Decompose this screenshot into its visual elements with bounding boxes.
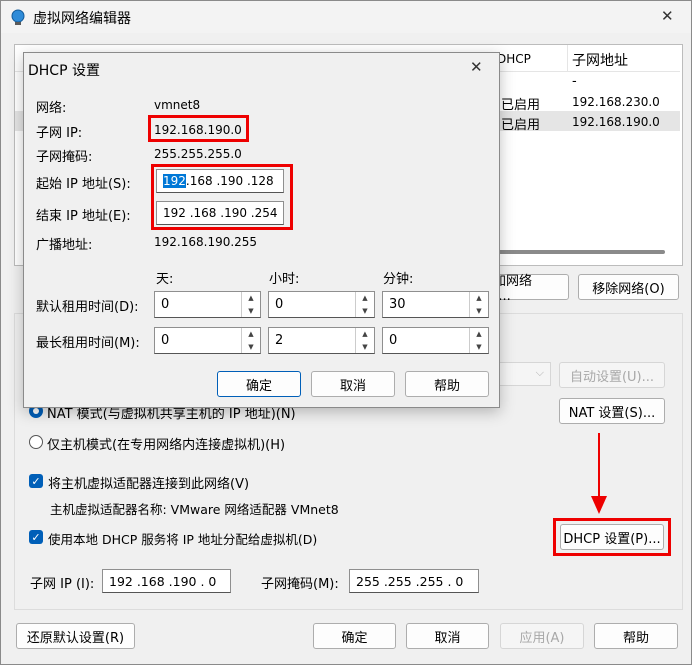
down-arrow-icon[interactable]: ▼	[470, 305, 488, 318]
col-days-label: 天:	[156, 272, 174, 287]
spinner-value: 0	[161, 297, 170, 312]
down-arrow-icon[interactable]: ▼	[356, 341, 374, 354]
dhcp-ok-button[interactable]: 确定	[217, 371, 301, 397]
spinner-value: 2	[275, 333, 284, 348]
max-lease-days-spinner[interactable]: 0 ▲ ▼	[154, 327, 261, 354]
up-arrow-icon[interactable]: ▲	[242, 292, 260, 305]
down-arrow-icon[interactable]: ▼	[242, 305, 260, 318]
max-lease-hours-spinner[interactable]: 2 ▲ ▼	[268, 327, 375, 354]
down-arrow-icon[interactable]: ▼	[356, 305, 374, 318]
default-lease-days-spinner[interactable]: 0 ▲ ▼	[154, 291, 261, 318]
up-arrow-icon[interactable]: ▲	[470, 328, 488, 341]
subnet-ip-highlight	[148, 115, 249, 142]
spinner-value: 30	[389, 297, 406, 312]
subnet-ip-label: 子网 IP:	[36, 126, 83, 141]
broadcast-label: 广播地址:	[36, 238, 93, 253]
network-label: 网络:	[36, 101, 67, 116]
dhcp-help-button[interactable]: 帮助	[405, 371, 489, 397]
default-lease-label: 默认租用时间(D):	[36, 300, 139, 315]
broadcast-value: 192.168.190.255	[154, 235, 258, 249]
arrow-to-dhcp-button	[591, 433, 607, 514]
spinner-arrows[interactable]: ▲ ▼	[355, 292, 374, 317]
up-arrow-icon[interactable]: ▲	[356, 328, 374, 341]
spinner-value: 0	[389, 333, 398, 348]
up-arrow-icon[interactable]: ▲	[242, 328, 260, 341]
start-ip-label: 起始 IP 地址(S):	[36, 177, 131, 192]
spinner-value: 0	[161, 333, 170, 348]
spinner-arrows[interactable]: ▲ ▼	[241, 328, 260, 353]
default-lease-hours-spinner[interactable]: 0 ▲ ▼	[268, 291, 375, 318]
dhcp-dialog: DHCP 设置 ✕ 网络: vmnet8 子网 IP: 192.168.190.…	[23, 52, 500, 408]
subnet-mask-value: 255.255.255.0	[154, 147, 242, 161]
up-arrow-icon[interactable]: ▲	[356, 292, 374, 305]
dhcp-cancel-button[interactable]: 取消	[311, 371, 395, 397]
down-arrow-icon[interactable]: ▼	[470, 341, 488, 354]
down-arrow-icon[interactable]: ▼	[242, 341, 260, 354]
max-lease-minutes-spinner[interactable]: 0 ▲ ▼	[382, 327, 489, 354]
spinner-arrows[interactable]: ▲ ▼	[241, 292, 260, 317]
dhcp-close-button[interactable]: ✕	[470, 58, 483, 76]
max-lease-label: 最长租用时间(M):	[36, 336, 140, 351]
default-lease-minutes-spinner[interactable]: 30 ▲ ▼	[382, 291, 489, 318]
spinner-value: 0	[275, 297, 284, 312]
spinner-arrows[interactable]: ▲ ▼	[469, 292, 488, 317]
spinner-arrows[interactable]: ▲ ▼	[355, 328, 374, 353]
col-minutes-label: 分钟:	[383, 272, 414, 287]
dhcp-dialog-title: DHCP 设置	[28, 63, 100, 79]
network-value: vmnet8	[154, 98, 201, 112]
up-arrow-icon[interactable]: ▲	[470, 292, 488, 305]
subnet-mask-label: 子网掩码:	[36, 150, 93, 165]
ip-range-highlight	[151, 164, 293, 230]
end-ip-label: 结束 IP 地址(E):	[36, 209, 131, 224]
spinner-arrows[interactable]: ▲ ▼	[469, 328, 488, 353]
col-hours-label: 小时:	[269, 272, 300, 287]
